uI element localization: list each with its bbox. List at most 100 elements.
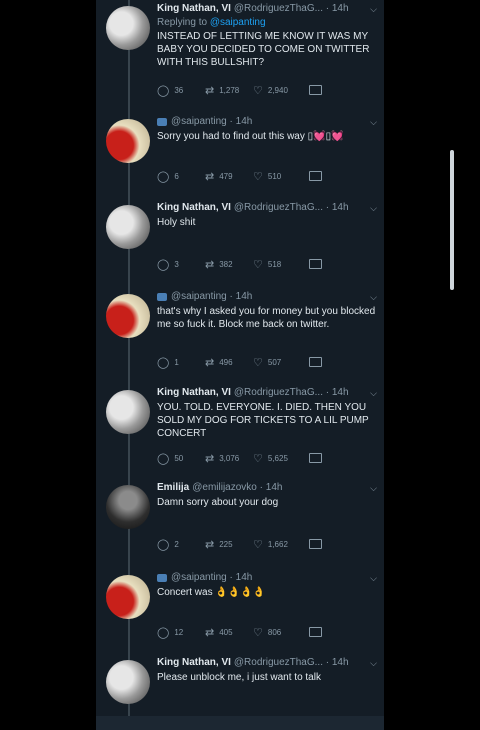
envelope-icon[interactable] [309,539,322,549]
tweet-text: that's why I asked you for money but you… [157,306,376,330]
envelope-icon[interactable] [309,171,322,181]
heart-icon: ♡ [253,85,263,97]
tweet-actions: ◯ 12 ⇄ 405 ♡ 806 [157,626,347,639]
chevron-down-icon[interactable]: ⌵ [370,481,377,495]
envelope-icon[interactable] [309,453,322,463]
tweet-text: Sorry you had to find out this way ▯💓▯💓 [157,131,344,142]
retweet-button[interactable]: ⇄ 1,278 [205,84,253,97]
tweet-actions: ◯ 3 ⇄ 382 ♡ 518 [157,258,347,271]
retweet-icon: ⇄ [205,627,215,639]
reply-button[interactable]: ◯ 12 [157,626,205,639]
bottom-bar [96,716,384,730]
reply-icon: ◯ [157,627,170,639]
like-button[interactable]: ♡ 1,662 [253,538,301,551]
envelope-icon[interactable] [309,85,322,95]
scrollbar[interactable] [450,150,454,290]
author-name[interactable]: King Nathan, VI [157,2,231,16]
author-handle[interactable]: @saipanting [171,115,227,129]
tweet-time: 14h [331,657,349,668]
avatar[interactable] [106,575,150,619]
heart-icon: ♡ [253,171,263,183]
retweet-icon: ⇄ [205,539,215,551]
retweet-button[interactable]: ⇄ 496 [205,356,253,369]
heart-icon: ♡ [253,357,263,369]
tweet-time: 14h [331,202,349,213]
avatar[interactable] [106,119,150,163]
tweet-time: 14h [235,291,253,302]
reply-icon: ◯ [157,85,170,97]
avatar[interactable] [106,294,150,338]
reply-icon: ◯ [157,171,170,183]
badge-icon [157,118,167,126]
tweet-text: INSTEAD OF LETTING ME KNOW IT WAS MY BAB… [157,31,370,68]
heart-icon: ♡ [253,627,263,639]
avatar[interactable] [106,485,150,529]
mention-link[interactable]: @saipanting [210,17,266,28]
retweet-button[interactable]: ⇄ 382 [205,258,253,271]
envelope-icon[interactable] [309,259,322,269]
heart-icon: ♡ [253,453,263,465]
tweet-time: 14h [331,3,349,14]
avatar[interactable] [106,660,150,704]
author-name[interactable]: King Nathan, VI [157,656,231,670]
reply-button[interactable]: ◯ 36 [157,84,205,97]
tweet-time: 14h [235,572,253,583]
reply-icon: ◯ [157,453,170,465]
like-button[interactable]: ♡ 518 [253,258,301,271]
like-button[interactable]: ♡ 507 [253,356,301,369]
avatar[interactable] [106,205,150,249]
tweet-text: Please unblock me, i just want to talk [157,672,321,683]
chevron-down-icon[interactable]: ⌵ [370,201,377,215]
reply-button[interactable]: ◯ 50 [157,452,205,465]
author-name[interactable]: King Nathan, VI [157,201,231,215]
chevron-down-icon[interactable]: ⌵ [370,656,377,670]
tweet-text: YOU. TOLD. EVERYONE. I. DIED. THEN YOU S… [157,402,369,439]
like-button[interactable]: ♡ 510 [253,170,301,183]
retweet-icon: ⇄ [205,453,215,465]
tweet-time: 14h [265,482,283,493]
like-button[interactable]: ♡ 5,625 [253,452,301,465]
retweet-button[interactable]: ⇄ 3,076 [205,452,253,465]
tweet-time: 14h [331,387,349,398]
envelope-icon[interactable] [309,357,322,367]
author-name[interactable]: Emilija [157,481,189,495]
heart-icon: ♡ [253,259,263,271]
chevron-down-icon[interactable]: ⌵ [370,571,377,585]
retweet-icon: ⇄ [205,85,215,97]
reply-button[interactable]: ◯ 2 [157,538,205,551]
author-handle[interactable]: @RodriguezThaG... [234,656,323,670]
tweet-text: Holy shit [157,217,196,228]
chevron-down-icon[interactable]: ⌵ [370,2,377,16]
author-handle[interactable]: @RodriguezThaG... [234,386,323,400]
tweet-actions: ◯ 1 ⇄ 496 ♡ 507 [157,356,347,369]
retweet-icon: ⇄ [205,357,215,369]
like-button[interactable]: ♡ 806 [253,626,301,639]
reply-icon: ◯ [157,259,170,271]
author-handle[interactable]: @emilijazovko [192,481,257,495]
avatar[interactable] [106,390,150,434]
replying-to: Replying to @saipanting [157,17,266,28]
reply-button[interactable]: ◯ 6 [157,170,205,183]
tweet-text: Concert was 👌👌👌👌 [157,587,266,598]
reply-icon: ◯ [157,357,170,369]
reply-button[interactable]: ◯ 1 [157,356,205,369]
badge-icon [157,293,167,301]
tweet-actions: ◯ 2 ⇄ 225 ♡ 1,662 [157,538,347,551]
author-name[interactable]: King Nathan, VI [157,386,231,400]
chevron-down-icon[interactable]: ⌵ [370,386,377,400]
reply-button[interactable]: ◯ 3 [157,258,205,271]
retweet-button[interactable]: ⇄ 225 [205,538,253,551]
envelope-icon[interactable] [309,627,322,637]
author-handle[interactable]: @saipanting [171,290,227,304]
badge-icon [157,574,167,582]
chevron-down-icon[interactable]: ⌵ [370,115,377,129]
retweet-button[interactable]: ⇄ 405 [205,626,253,639]
author-handle[interactable]: @RodriguezThaG... [234,2,323,16]
author-handle[interactable]: @RodriguezThaG... [234,201,323,215]
like-button[interactable]: ♡ 2,940 [253,84,301,97]
chevron-down-icon[interactable]: ⌵ [370,290,377,304]
retweet-button[interactable]: ⇄ 479 [205,170,253,183]
author-handle[interactable]: @saipanting [171,571,227,585]
avatar[interactable] [106,6,150,50]
reply-icon: ◯ [157,539,170,551]
